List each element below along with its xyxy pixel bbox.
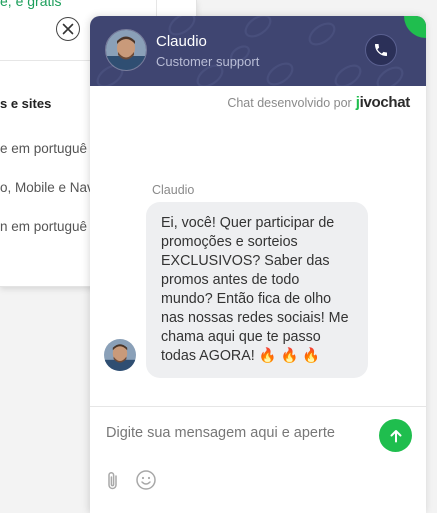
jivochat-logo: jivochat <box>355 94 411 111</box>
chat-widget: Claudio Customer support Chat desenvolvi… <box>90 16 426 513</box>
background-heading: s e sites <box>0 96 52 111</box>
attach-button[interactable] <box>104 470 122 492</box>
agent-avatar <box>105 29 147 71</box>
emoji-button[interactable] <box>135 469 157 491</box>
close-icon <box>62 23 74 35</box>
powered-by-label: Chat desenvolvido por <box>227 95 352 110</box>
agent-name: Claudio <box>156 33 207 50</box>
emoji-icon <box>136 470 156 490</box>
message-input[interactable] <box>106 425 368 441</box>
send-button[interactable] <box>379 419 412 452</box>
phone-icon <box>375 44 387 56</box>
message-sender: Claudio <box>152 183 195 197</box>
background-top-text: e, é grátis <box>0 0 62 9</box>
chat-header: Claudio Customer support <box>90 16 426 86</box>
agent-role: Customer support <box>156 54 260 69</box>
close-chat-button[interactable] <box>56 17 80 41</box>
message-avatar <box>104 339 136 371</box>
paperclip-icon <box>108 471 117 490</box>
message-text: Ei, você! Quer participar de promoções e… <box>161 215 349 364</box>
powered-by[interactable]: Chat desenvolvido por jivochat <box>227 94 410 111</box>
call-button[interactable] <box>365 34 397 66</box>
background-link-1[interactable]: e em portuguê <box>0 141 87 156</box>
message-bubble: Ei, você! Quer participar de promoções e… <box>146 202 368 378</box>
composer-divider <box>90 406 426 407</box>
background-link-3[interactable]: n em portuguê <box>0 219 87 234</box>
background-link-2[interactable]: o, Mobile e Nav <box>0 180 94 195</box>
send-arrow-icon <box>390 429 401 442</box>
